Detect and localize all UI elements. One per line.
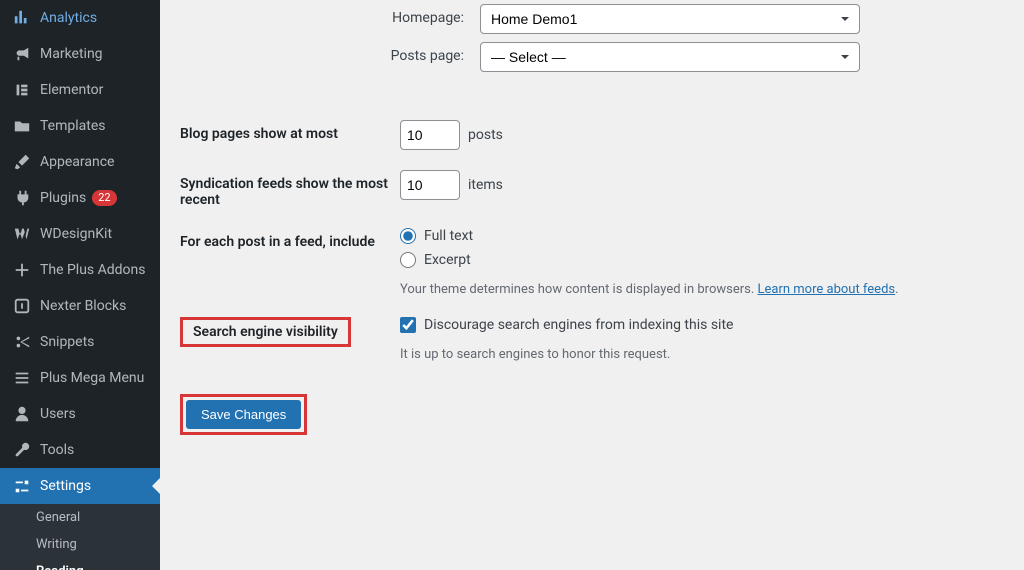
sliders-icon [12, 476, 32, 496]
sidebar-item-appearance[interactable]: Appearance [0, 144, 160, 180]
sidebar-item-analytics[interactable]: Analytics [0, 0, 160, 36]
blog-pages-label: Blog pages show at most [180, 120, 400, 142]
feed-full-text-label: Full text [424, 228, 473, 244]
learn-more-feeds-link[interactable]: Learn more about feeds [758, 282, 896, 297]
sidebar-label: Plus Mega Menu [40, 370, 144, 386]
sidebar-label: Elementor [40, 82, 103, 98]
sidebar-item-elementor[interactable]: Elementor [0, 72, 160, 108]
feed-excerpt-option[interactable]: Excerpt [400, 252, 471, 268]
analytics-icon [12, 8, 32, 28]
feed-full-text-option[interactable]: Full text [400, 228, 473, 244]
sidebar-item-plugins[interactable]: Plugins 22 [0, 180, 160, 216]
scissors-icon [12, 332, 32, 352]
feed-include-label: For each post in a feed, include [180, 228, 400, 250]
discourage-label: Discourage search engines from indexing … [424, 317, 733, 333]
plugins-badge: 22 [92, 190, 116, 206]
sidebar-label: The Plus Addons [40, 262, 145, 278]
syndication-suffix: items [468, 177, 503, 193]
nexter-icon [12, 296, 32, 316]
sidebar-item-marketing[interactable]: Marketing [0, 36, 160, 72]
save-button[interactable]: Save Changes [186, 400, 301, 429]
sidebar-item-wdesignkit[interactable]: WDesignKit [0, 216, 160, 252]
sidebar-item-plus-mega-menu[interactable]: Plus Mega Menu [0, 360, 160, 396]
search-visibility-label: Search engine visibility [180, 317, 351, 347]
discourage-note: It is up to search engines to honor this… [400, 347, 670, 362]
blog-pages-suffix: posts [468, 127, 503, 143]
feed-description: Your theme determines how content is dis… [400, 282, 899, 297]
submenu-reading[interactable]: Reading [0, 558, 160, 570]
sidebar-item-users[interactable]: Users [0, 396, 160, 432]
sidebar-label: WDesignKit [40, 226, 112, 242]
wdesignkit-icon [12, 224, 32, 244]
main-content: Homepage: Home Demo1 Posts page: — Selec… [160, 0, 1024, 570]
sidebar-label: Tools [40, 442, 74, 458]
sidebar-label: Nexter Blocks [40, 298, 126, 314]
sidebar-label: Plugins [40, 190, 86, 206]
postspage-select[interactable]: — Select — [480, 42, 860, 72]
sidebar-item-the-plus-addons[interactable]: The Plus Addons [0, 252, 160, 288]
plus-addons-icon [12, 260, 32, 280]
sidebar-label: Marketing [40, 46, 103, 62]
user-icon [12, 404, 32, 424]
sidebar-label: Snippets [40, 334, 94, 350]
sidebar-item-snippets[interactable]: Snippets [0, 324, 160, 360]
megaphone-icon [12, 44, 32, 64]
wrench-icon [12, 440, 32, 460]
sidebar-label: Users [40, 406, 76, 422]
plug-icon [12, 188, 32, 208]
admin-sidebar: Analytics Marketing Elementor Templates … [0, 0, 160, 570]
elementor-icon [12, 80, 32, 100]
feed-full-text-radio[interactable] [400, 228, 416, 244]
discourage-checkbox[interactable] [400, 317, 416, 333]
search-visibility-label-wrap: Search engine visibility [180, 317, 400, 347]
folder-icon [12, 116, 32, 136]
mega-menu-icon [12, 368, 32, 388]
sidebar-item-templates[interactable]: Templates [0, 108, 160, 144]
syndication-input[interactable] [400, 170, 460, 200]
discourage-option[interactable]: Discourage search engines from indexing … [400, 317, 733, 333]
feed-excerpt-radio[interactable] [400, 252, 416, 268]
postspage-label: Posts page: [180, 42, 480, 64]
sidebar-label: Settings [40, 478, 91, 494]
sidebar-item-nexter-blocks[interactable]: Nexter Blocks [0, 288, 160, 324]
submenu-general[interactable]: General [0, 504, 160, 531]
brush-icon [12, 152, 32, 172]
sidebar-label: Templates [40, 118, 106, 134]
sidebar-item-settings[interactable]: Settings [0, 468, 160, 504]
syndication-label: Syndication feeds show the most recent [180, 170, 400, 208]
feed-excerpt-label: Excerpt [424, 252, 471, 268]
sidebar-item-tools[interactable]: Tools [0, 432, 160, 468]
homepage-select[interactable]: Home Demo1 [480, 4, 860, 34]
sidebar-label: Analytics [40, 10, 97, 26]
save-button-highlight: Save Changes [180, 394, 307, 435]
blog-pages-input[interactable] [400, 120, 460, 150]
homepage-label: Homepage: [180, 4, 480, 26]
settings-submenu: General Writing Reading Discussion [0, 504, 160, 570]
sidebar-label: Appearance [40, 154, 114, 170]
submenu-writing[interactable]: Writing [0, 531, 160, 558]
